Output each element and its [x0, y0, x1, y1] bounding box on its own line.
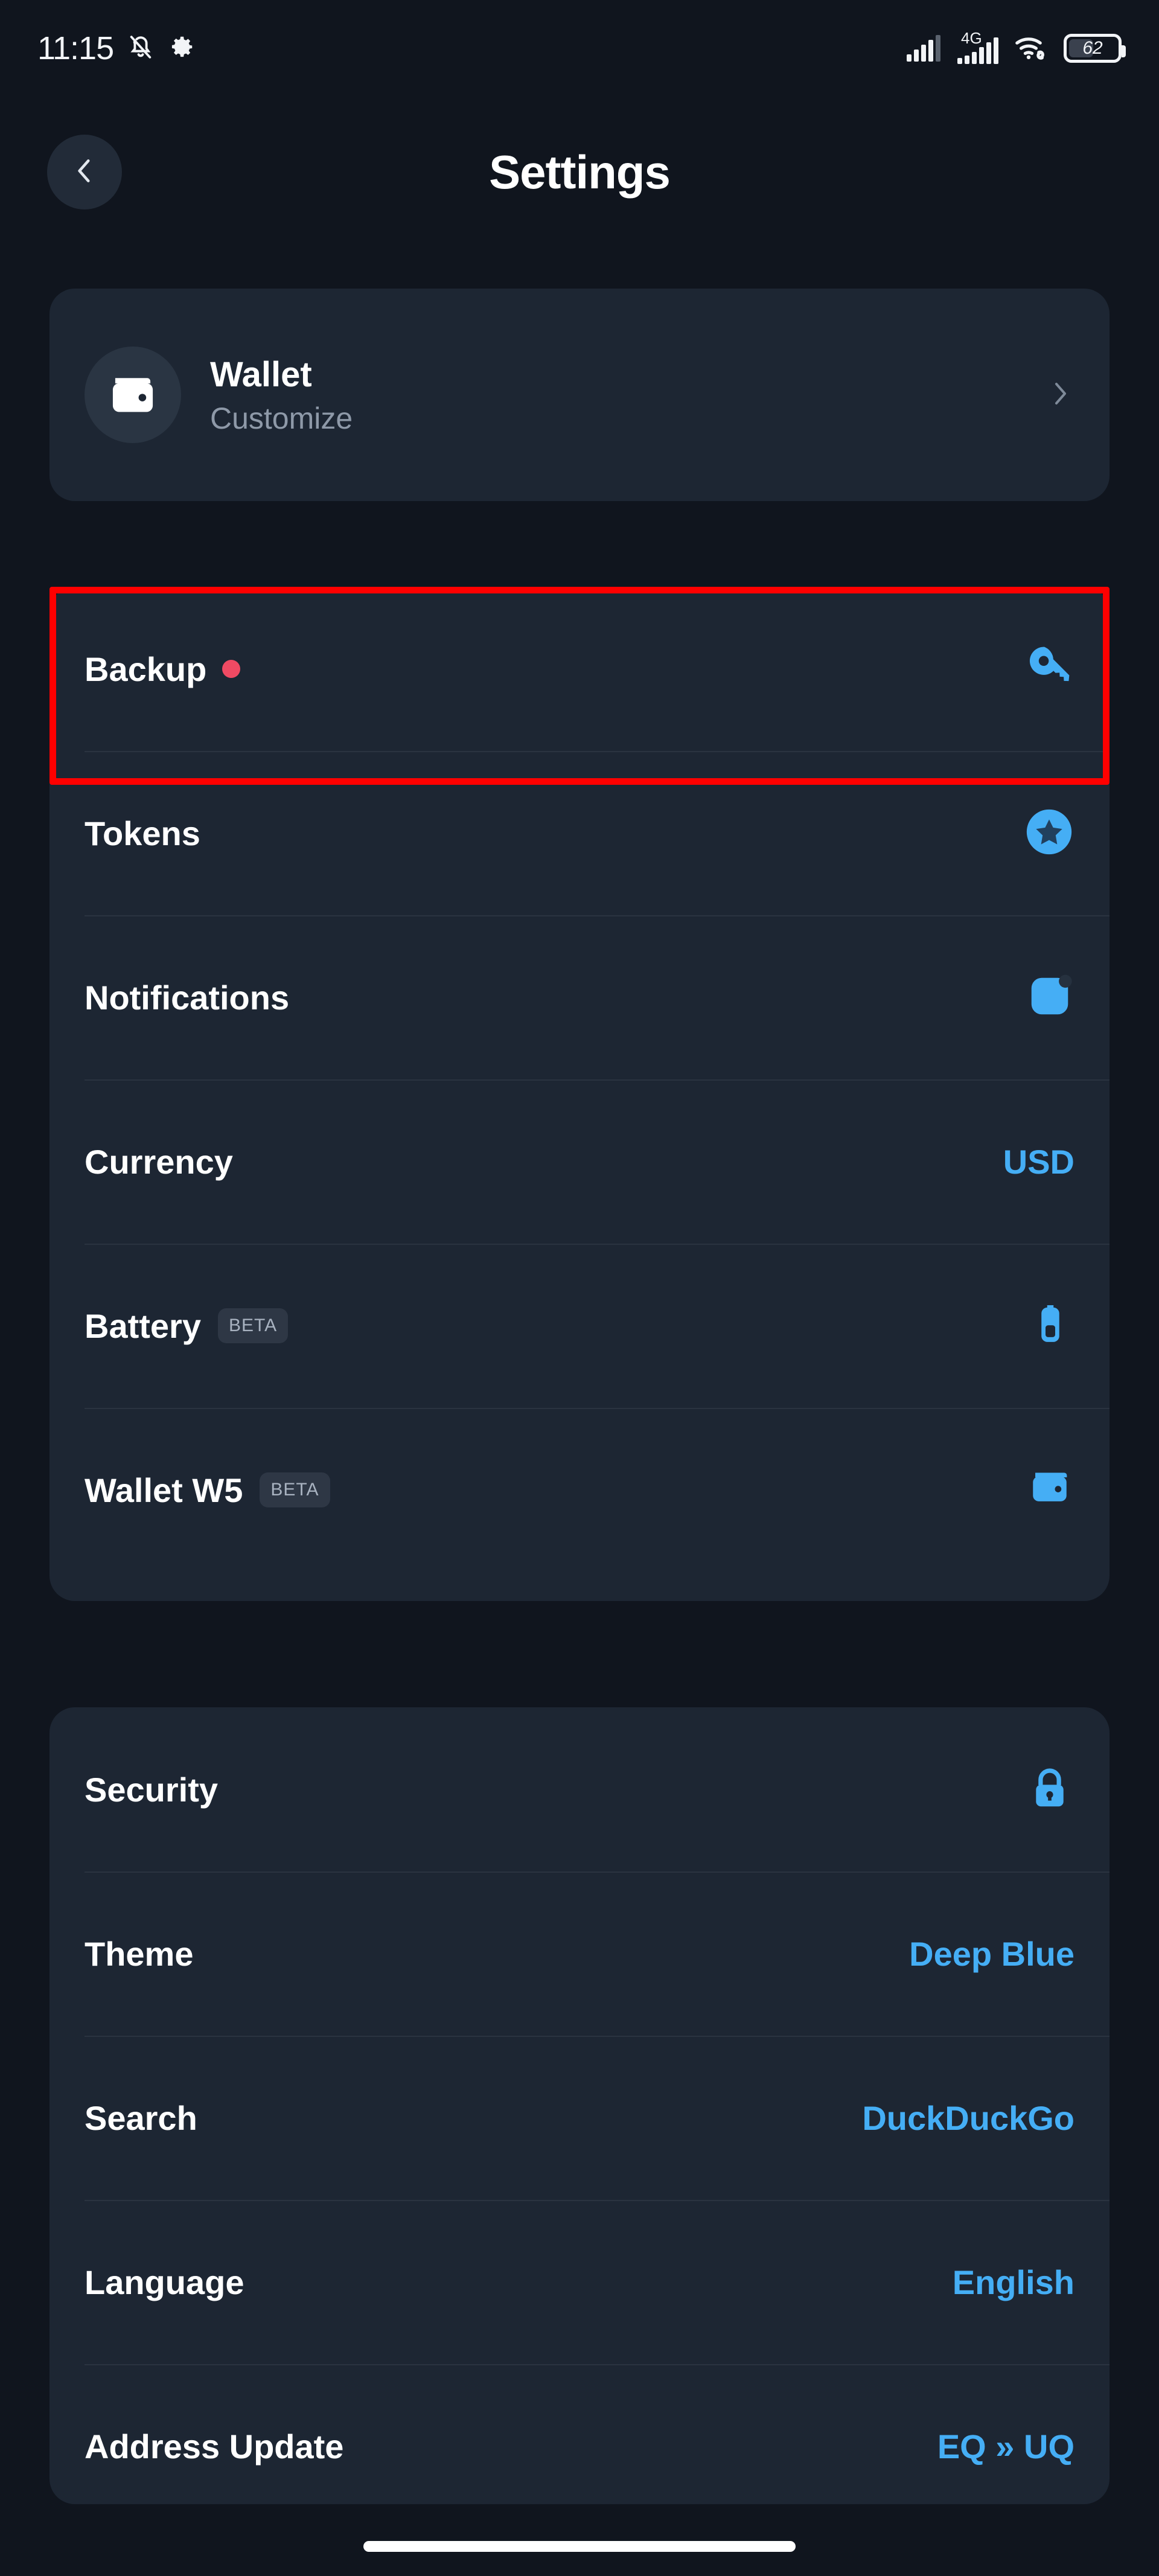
- row-label: Search: [85, 2098, 197, 2137]
- beta-badge: BETA: [260, 1472, 330, 1507]
- row-label: Security: [85, 1770, 218, 1809]
- settings-row-address-update[interactable]: Address Update EQ » UQ: [49, 2364, 1110, 2504]
- row-value: USD: [1003, 1142, 1074, 1181]
- wallet-icon-container: [85, 347, 181, 443]
- settings-row-wallet-w5[interactable]: Wallet W5 BETA: [49, 1408, 1110, 1572]
- status-badge-dot: [222, 660, 241, 678]
- settings-row-theme[interactable]: Theme Deep Blue: [49, 1871, 1110, 2036]
- wallet-icon: [107, 368, 159, 423]
- settings-row-search[interactable]: Search DuckDuckGo: [49, 2036, 1110, 2200]
- home-indicator[interactable]: [363, 2541, 796, 2552]
- settings-group-1: Backup Tokens Notifications Currency USD…: [49, 587, 1110, 1601]
- page-header: Settings: [0, 121, 1159, 223]
- battery-percent-label: 62: [1082, 38, 1103, 58]
- row-label: Wallet W5: [85, 1471, 243, 1509]
- row-label: Currency: [85, 1142, 233, 1181]
- lock-icon: [1025, 1763, 1074, 1816]
- chevron-right-icon: [1046, 379, 1074, 411]
- row-accessory: [1024, 807, 1074, 860]
- bell-muted-icon: [127, 33, 155, 64]
- beta-badge: BETA: [217, 1308, 289, 1343]
- row-accessory: English: [953, 2263, 1074, 2302]
- wallet-card[interactable]: Wallet Customize: [49, 289, 1110, 501]
- row-value: EQ » UQ: [937, 2427, 1074, 2466]
- row-accessory: [1023, 642, 1074, 697]
- signal-bars-icon: [907, 35, 940, 62]
- settings-row-security[interactable]: Security: [49, 1707, 1110, 1871]
- star-circle-icon: [1024, 807, 1074, 860]
- settings-row-backup[interactable]: Backup: [49, 587, 1110, 751]
- row-value: Deep Blue: [909, 1934, 1074, 1973]
- row-accessory: USD: [1003, 1142, 1074, 1181]
- signal-bars-4g-icon: 4G: [956, 29, 998, 64]
- wallet-text-block: Wallet Customize: [210, 354, 353, 436]
- status-bar: 11:15 4G 62: [0, 0, 1159, 97]
- settings-row-language[interactable]: Language English: [49, 2200, 1110, 2364]
- battery-icon: [1026, 1300, 1074, 1352]
- row-label: Notifications: [85, 978, 290, 1017]
- row-label: Tokens: [85, 814, 200, 852]
- notification-app-icon: [1025, 971, 1074, 1024]
- status-bar-right: 4G 62: [907, 29, 1126, 64]
- page-title: Settings: [489, 145, 671, 199]
- row-accessory: [1025, 1464, 1074, 1517]
- status-bar-clock: 11:15: [37, 30, 114, 66]
- battery-status-icon: 62: [1064, 34, 1126, 63]
- status-bar-left: 11:15: [37, 30, 196, 67]
- gear-icon: [168, 33, 196, 64]
- settings-row-tokens[interactable]: Tokens: [49, 751, 1110, 915]
- chevron-left-icon: [69, 156, 100, 189]
- wallet-title: Wallet: [210, 354, 312, 394]
- row-accessory: [1026, 1300, 1074, 1352]
- row-label: Theme: [85, 1934, 194, 1973]
- settings-row-battery[interactable]: Battery BETA: [49, 1244, 1110, 1408]
- key-icon: [1023, 642, 1074, 697]
- row-label: Backup: [85, 650, 207, 688]
- row-label: Address Update: [85, 2427, 344, 2466]
- network-type-label: 4G: [961, 29, 982, 47]
- back-button[interactable]: [47, 135, 122, 209]
- row-accessory: EQ » UQ: [937, 2427, 1074, 2466]
- settings-row-notifications[interactable]: Notifications: [49, 915, 1110, 1079]
- settings-row-currency[interactable]: Currency USD: [49, 1079, 1110, 1244]
- wallet-subtitle: Customize: [210, 401, 353, 435]
- row-value: DuckDuckGo: [862, 2098, 1074, 2137]
- settings-group-2: Security Theme Deep Blue Search DuckDuck…: [49, 1707, 1110, 2504]
- row-accessory: DuckDuckGo: [862, 2098, 1074, 2138]
- row-accessory: [1025, 1763, 1074, 1816]
- wallet-small-icon: [1025, 1464, 1074, 1517]
- row-value: English: [952, 2263, 1074, 2301]
- wifi-icon: [1014, 33, 1048, 64]
- row-accessory: [1025, 971, 1074, 1024]
- row-accessory: Deep Blue: [909, 1934, 1074, 1974]
- row-label: Battery: [85, 1306, 201, 1345]
- row-label: Language: [85, 2263, 244, 2301]
